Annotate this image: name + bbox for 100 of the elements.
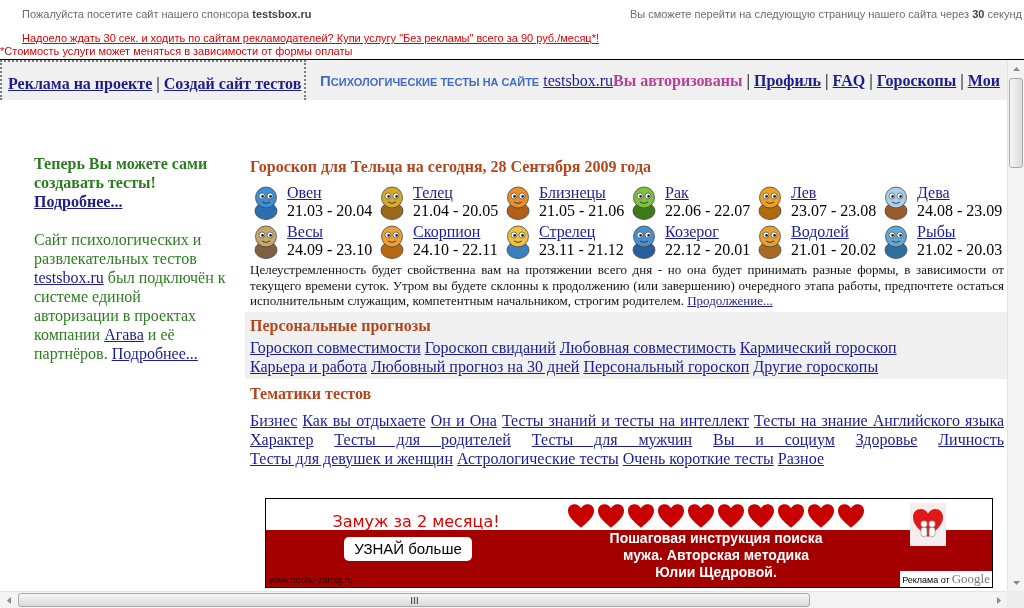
separator-text: | xyxy=(825,71,829,92)
vertical-scrollbar[interactable] xyxy=(1007,60,1024,591)
date-range: 21.01 - 20.02 xyxy=(791,241,877,259)
heart-icon xyxy=(748,503,774,528)
sign-link[interactable]: Дева xyxy=(917,184,950,202)
heart-icon xyxy=(778,503,804,528)
nav-link[interactable]: Гороскопы xyxy=(876,69,957,93)
down-arrow-icon xyxy=(1012,580,1020,585)
forecast-link[interactable]: Любовная совместимость xyxy=(559,338,736,356)
topic-link[interactable]: Здоровье xyxy=(855,430,918,448)
nav-link[interactable]: FAQ xyxy=(832,69,866,93)
learn-more-button[interactable]: УЗНАЙ больше xyxy=(344,536,472,561)
topic-link[interactable]: Тесты знаний и тесты на интеллект xyxy=(501,411,749,429)
sign-link[interactable]: Козерог xyxy=(665,223,719,241)
scrollbar-corner xyxy=(1007,591,1024,608)
date-range: 21.04 - 20.05 xyxy=(413,202,499,220)
horizontal-scrollbar[interactable] xyxy=(0,591,1007,608)
date-range: 24.10 - 22.11 xyxy=(413,241,498,259)
nav-link[interactable]: Создай сайт тестов xyxy=(163,74,302,94)
heart-icon xyxy=(598,503,624,528)
topic-link[interactable]: Астрологические тесты xyxy=(456,449,619,467)
topic-link[interactable]: Разное xyxy=(777,449,824,467)
sign-link[interactable]: Телец xyxy=(413,184,453,202)
heart-icon xyxy=(568,503,594,528)
info-paragraph: Сайт психологических и развлекательных тестов testsbox.ru был подключён к системе единой авторизации в проектах компании Агава и её партнёров. Подробнее... xyxy=(34,230,226,363)
separator-text: | xyxy=(960,71,964,92)
sign-link[interactable]: Рак xyxy=(665,184,689,202)
inline-link[interactable]: Подробнее... xyxy=(111,345,198,362)
heart-icon xyxy=(628,503,654,528)
grip-icon xyxy=(410,596,418,604)
inline-link[interactable]: testsbox.ru xyxy=(34,269,104,286)
separator-text: | xyxy=(746,71,750,92)
topic-link[interactable]: Тесты для мужчин xyxy=(531,430,693,448)
sign-link[interactable]: Весы xyxy=(287,223,324,241)
date-range: 23.07 - 23.08 xyxy=(791,202,877,220)
up-arrow-icon xyxy=(1012,66,1020,71)
topic-link[interactable]: Вы и социум xyxy=(713,430,835,448)
heart-icon xyxy=(838,503,864,528)
right-arrow-icon xyxy=(996,596,1001,604)
forecast-link[interactable]: Карьера и работа xyxy=(250,357,367,375)
ad-label: Реклама от xyxy=(902,573,950,586)
date-range: 24.09 - 23.10 xyxy=(287,241,373,259)
topic-link[interactable]: Очень короткие тесты xyxy=(622,449,774,467)
forecast-link[interactable]: Персональный гороскоп xyxy=(583,357,750,375)
heart-couple-icon xyxy=(910,502,946,546)
sign-link[interactable]: Близнецы xyxy=(539,184,606,202)
heart-icon xyxy=(808,503,834,528)
topic-link[interactable]: Личность xyxy=(938,430,1005,448)
sign-link[interactable]: Рыбы xyxy=(917,223,956,241)
forecast-link[interactable]: Гороскоп свиданий xyxy=(424,338,556,356)
scrollbar-thumb[interactable] xyxy=(1009,78,1023,168)
separator-text: | xyxy=(869,71,873,92)
date-range: 23.11 - 21.12 xyxy=(539,241,624,259)
horoscope-title: Гороскоп для Тельца на сегодня, 28 Сентября 2009 года xyxy=(250,158,651,175)
sponsor-notice: Пожалуйста посетите сайт нашего спонсора testsbox.ru xyxy=(22,8,312,21)
date-range: 24.08 - 23.09 xyxy=(917,202,1003,220)
forecast-paragraph: Целеустремленность будет свойственна вам на протяжении всего дня - но она будет принимать разные формы, в зависимости от текущего времени суток. Утром вы будете склонны к продолжению (или завершению) очередного этапа работы, предпочтете остаться исполнительным служащим, компетентным начальником, строгим родителем. Продолжение... xyxy=(249,262,1005,309)
topic-link[interactable]: Он и Она xyxy=(430,411,497,429)
sign-link[interactable]: Лев xyxy=(791,184,817,202)
nav-link[interactable]: Мои xyxy=(967,69,1000,93)
more-link[interactable]: Подробнее... xyxy=(34,193,123,210)
topic-link[interactable]: Как вы отдыхаете xyxy=(302,411,426,429)
topic-link[interactable]: Тесты для родителей xyxy=(334,430,511,448)
price-footnote: *Стоимость услуги может меняться в зависимости от формы оплаты xyxy=(0,45,353,57)
login-status: Вы авторизованы xyxy=(613,71,743,92)
topic-link[interactable]: Тесты на знание Английского языка xyxy=(754,411,1005,429)
site-link[interactable]: testsbox.ru xyxy=(543,69,613,93)
sign-link[interactable]: Скорпион xyxy=(413,223,481,241)
topic-link[interactable]: Характер xyxy=(250,430,314,448)
continue-link[interactable]: Продолжение... xyxy=(687,293,773,308)
inline-link[interactable]: Агава xyxy=(104,326,144,343)
nav-link[interactable]: Реклама на проекте xyxy=(8,74,153,94)
section-title: Персональные прогнозы xyxy=(250,316,431,334)
heart-icon xyxy=(688,503,714,528)
heart-icon xyxy=(718,503,744,528)
no-ads-offer-link[interactable]: Надоело ждать 30 сек. и ходить по сайтам рекламодателей? Купи услугу "Без рекламы" всего за 90 руб./месяц*! xyxy=(22,32,599,45)
date-range: 22.12 - 20.01 xyxy=(665,241,751,259)
topic-link[interactable]: Бизнес xyxy=(250,411,298,429)
ad-description: Пошаговая инструкция поиска мужа. Авторская методика Юлии Щедровой. xyxy=(608,529,824,581)
forecast-link[interactable]: Любовный прогноз на 30 дней xyxy=(370,357,580,375)
date-range: 21.02 - 20.03 xyxy=(917,241,1003,259)
section-title: Тематики тестов xyxy=(250,384,372,402)
scrollbar-thumb[interactable] xyxy=(18,593,810,607)
topic-link[interactable]: Тесты для девушек и женщин xyxy=(250,449,453,467)
nav-link[interactable]: Профиль xyxy=(754,69,822,93)
separator-text: | xyxy=(156,74,160,94)
ad-banner[interactable]: Замуж за 2 месяца! УЗНАЙ больше www.hochu-zamuj.ru Пошаговая инструкция поиска мужа. Авторская методика Юлии Щедровой. Реклама от Google xyxy=(265,497,993,588)
sign-link[interactable]: Водолей xyxy=(791,223,849,241)
forecast-link[interactable]: Другие гороскопы xyxy=(753,357,879,375)
forecast-link[interactable]: Кармический гороскоп xyxy=(739,338,897,356)
promo-heading: Теперь Вы можете сами создавать тесты! xyxy=(34,154,209,192)
site-caption: ПСИХОЛОГИЧЕСКИЕ ТЕСТЫ НА САЙТЕ xyxy=(320,71,540,91)
ad-url: www.hochu-zamuj.ru xyxy=(269,574,353,586)
forecast-link[interactable]: Гороскоп совместимости xyxy=(250,338,421,356)
countdown-notice: Вы сможете перейти на следующую страницу нашего сайта через 30 секунд xyxy=(629,8,1022,21)
sign-link[interactable]: Овен xyxy=(287,184,322,202)
sign-link[interactable]: Стрелец xyxy=(539,223,596,241)
heart-icon xyxy=(658,503,684,528)
left-arrow-icon xyxy=(6,596,11,604)
date-range: 21.03 - 20.04 xyxy=(287,202,373,220)
